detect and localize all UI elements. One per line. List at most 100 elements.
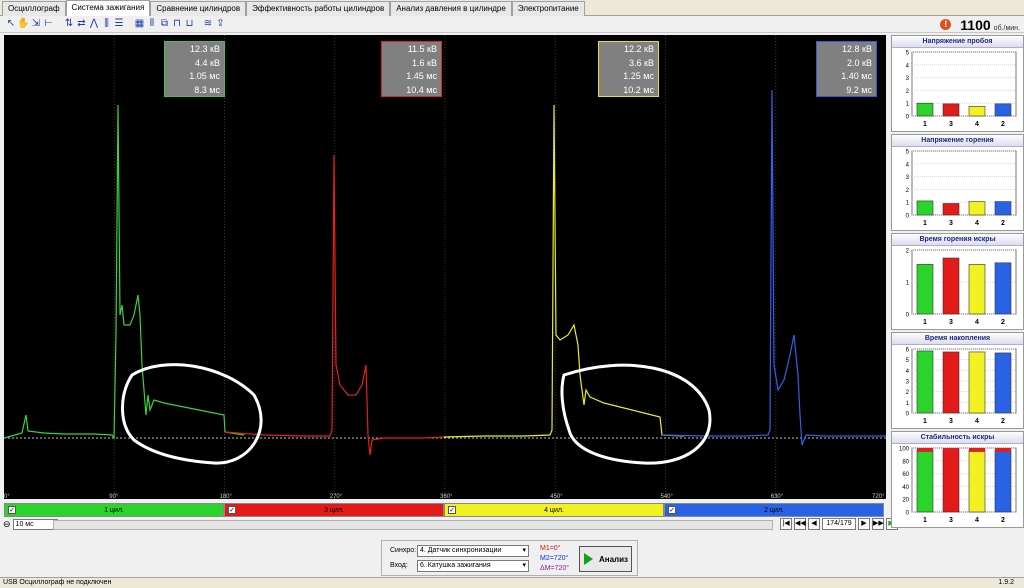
bar-instability-cap [995,448,1011,452]
y-tick-label: 3 [906,76,910,82]
panel-bar-chart: 6 5 4 3 2 1 0 1 3 4 2 [906,348,1017,425]
checkbox-icon[interactable]: ✓ [228,506,236,514]
timebase-select[interactable]: 10 мс [12,519,58,530]
rpm-value: 1100 [960,17,991,33]
highlight-circle-2 [560,363,712,465]
y-tick-label: 4 [906,162,910,168]
rpm-unit: об./мин. [993,25,1020,32]
marker-m1: M1=0° [540,545,561,552]
cylinder-toggle-2[interactable]: ✓ 3 цил. [224,503,444,517]
category-label: 4 [975,319,979,326]
measurement-value: 1.45 мс [406,71,437,81]
x-axis-label: 720° [872,494,885,499]
checkbox-icon[interactable]: ✓ [448,506,456,514]
input-label: Вход: [390,562,408,569]
measurement-value: 1.05 мс [189,71,220,81]
horizontal-scrollbar[interactable] [53,520,773,530]
oscilloscope-view[interactable]: 12.3 кВ 4.4 кВ 1.05 мс 8.3 мс 11.5 кВ 1.6 кВ 1… [4,35,886,499]
x-axis-label: 270° [329,494,343,499]
frame-navigation: |◀ ◀◀ ◀ 174/179 ▶ ▶▶ ▶| [780,518,898,530]
bar-cylinder-2 [994,352,1012,414]
cylinder-1-trace [4,104,245,440]
bar-cylinder-1 [916,200,934,216]
x-axis-label: 450° [550,494,563,499]
bar-instability-cap [943,448,959,452]
nav-rewind-button[interactable]: ◀◀ [794,518,806,530]
warning-icon[interactable]: ! [940,19,952,30]
y-tick-label: 100 [899,447,910,453]
toolbar: ↖ ✋ ⇲ ⊢ ⇅ ⇄ ⋀ ⫼ ☰ ▦ ⫴ ⧉ ⊓ ⊔ ≋ ⇪ [0,16,1024,33]
bar-cylinder-1 [916,102,934,117]
panel-bar-chart: 100 80 60 40 20 0 1 3 4 2 [899,447,1017,524]
checkbox-icon[interactable]: ✓ [8,506,16,514]
y-tick-label: 80 [902,459,909,465]
nav-first-button[interactable]: |◀ [780,518,792,530]
analyze-label: Анализ [599,554,629,564]
bar-cylinder-1 [916,449,934,513]
tab-5[interactable]: Электропитание [511,1,585,16]
nav-prev-button[interactable]: ◀ [808,518,820,530]
panel-bar-chart: 2 1 0 1 3 4 2 [906,249,1017,326]
nav-forward-button[interactable]: ▶▶ [872,518,884,530]
measurement-value: 12.2 кВ [624,44,654,54]
category-label: 2 [1001,418,1005,425]
measurement-value: 4.4 кВ [195,57,220,68]
tab-strip: Осциллограф Система зажигания Сравнение ци… [0,0,1024,16]
bar-cylinder-4 [968,264,986,315]
cylinder-toggle-3[interactable]: ✓ 4 цил. [444,503,664,517]
measurement-box-2: 11.5 кВ 1.6 кВ 1.45 мс 10.4 мс [381,41,442,97]
bar-cylinder-3 [942,351,960,414]
tab-0[interactable]: Осциллограф [2,1,66,16]
tab-3[interactable]: Эффективность работы цилиндров [246,1,391,16]
tab-2[interactable]: Сравнение цилиндров [150,1,247,16]
y-tick-label: 0 [906,313,910,319]
cylinder-label: 4 цил. [544,506,564,514]
measurement-value: 2.0 кВ [847,57,872,68]
tab-1[interactable]: Система зажигания [65,0,151,16]
nav-next-button[interactable]: ▶ [858,518,870,530]
timebase-minus-icon[interactable]: ⊖ [3,519,11,530]
y-tick-label: 2 [906,89,910,95]
y-tick-label: 0 [906,511,910,517]
bar-cylinder-4 [968,106,986,117]
category-label: 3 [949,220,953,227]
category-label: 3 [949,121,953,128]
list-icon[interactable]: ☰ [112,17,126,31]
waveform-chart [4,35,886,499]
cylinder2-icon[interactable]: ⊔ [183,17,197,31]
measurement-value: 10.2 мс [623,84,654,95]
stat-panel-3: Время горения искры 2 1 0 1 3 4 2 [891,233,1024,330]
measurement-box-1: 12.3 кВ 4.4 кВ 1.05 мс 8.3 мс [164,41,225,97]
y-tick-label: 0 [906,214,910,220]
checkbox-icon[interactable]: ✓ [668,506,676,514]
y-tick-label: 1 [906,401,910,407]
input-select[interactable]: 6. Катушка зажигания [417,560,529,572]
play-icon [584,553,593,565]
status-text: USB Осциллограф не подключен [3,579,112,586]
bar-cylinder-4 [968,351,986,414]
bar-instability-cap [917,448,933,452]
panel-bar-chart: 5 4 3 2 1 0 1 3 4 2 [906,51,1017,128]
measurement-value: 8.3 мс [194,84,220,95]
status-bar: USB Осциллограф не подключен 1.9.2 [0,577,1024,588]
bar-cylinder-1 [916,264,934,315]
x-axis-label: 180° [219,494,232,499]
cylinder-label: 2 цил. [764,506,784,514]
panel-title: Время горения искры [892,234,1023,246]
x-axis-label: 0° [4,494,10,499]
panel-title: Напряжение горения [892,135,1023,147]
sync-label: Синхро: [390,547,417,554]
y-tick-label: 2 [906,249,910,255]
export-icon[interactable]: ⇪ [214,17,228,31]
cylinder-toggle-1[interactable]: ✓ 1 цил. [4,503,224,517]
category-label: 1 [923,121,927,128]
analyze-button[interactable]: Анализ [579,546,632,572]
bar-cylinder-3 [942,103,960,117]
sync-select[interactable]: 4. Датчик синхронизации [417,545,529,557]
measure-icon[interactable]: ⊢ [42,17,56,31]
cylinder-toggle-4[interactable]: ✓ 2 цил. [664,503,884,517]
tab-4[interactable]: Анализ давления в цилиндре [390,1,512,16]
measurement-value: 9.2 мс [846,84,872,95]
measurement-value: 11.5 кВ [407,44,437,54]
y-tick-label: 40 [902,485,909,491]
